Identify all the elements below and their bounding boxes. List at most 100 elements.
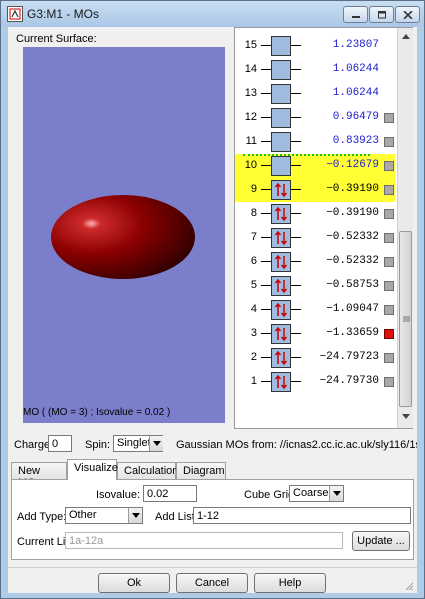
mos-window: G3:M1 - MOs Current Surface: MO ((MO = … — [0, 0, 425, 599]
mo-surface-toggle[interactable] — [384, 113, 394, 123]
tab-diagram[interactable]: Diagram — [176, 462, 226, 479]
mo-row[interactable]: 2 −24.79723 — [235, 346, 395, 370]
dialog-client-area: Current Surface: MO ( (MO = 3) ; Isovalu… — [8, 27, 417, 593]
current-surface-label: Current Surface: — [16, 33, 97, 45]
mo-energy: −0.58753 — [326, 279, 379, 291]
mo-row[interactable]: 3 −1.33659 — [235, 322, 395, 346]
maximize-button[interactable] — [369, 6, 394, 23]
scroll-thumb[interactable] — [399, 231, 412, 407]
title-bar[interactable]: G3:M1 - MOs — [1, 1, 424, 27]
minimize-button[interactable] — [343, 6, 368, 23]
mo-row[interactable]: 10 −0.12679 — [235, 154, 395, 178]
mo-row[interactable]: 15 1.23807 — [235, 34, 395, 58]
cancel-button[interactable]: Cancel — [176, 573, 248, 593]
mo-list-scrollbar[interactable] — [397, 28, 413, 428]
mo-surface-toggle[interactable] — [384, 329, 394, 339]
virtual-orbital-box[interactable] — [271, 108, 291, 128]
mo-index: 14 — [244, 63, 257, 75]
mo-surface-toggle[interactable] — [384, 137, 394, 147]
mo-surface-toggle[interactable] — [384, 281, 394, 291]
update-button[interactable]: Update ... — [352, 531, 410, 551]
mo-level-line — [261, 117, 271, 118]
mo-energy: −0.12679 — [326, 159, 379, 171]
occupied-orbital-box[interactable] — [271, 228, 291, 248]
mo-row[interactable]: 6 −0.52332 — [235, 250, 395, 274]
mo-surface-toggle[interactable] — [384, 353, 394, 363]
mo-surface-toggle[interactable] — [384, 161, 394, 171]
spin-dropdown-button[interactable] — [149, 436, 163, 451]
mo-energy: −0.52332 — [326, 231, 379, 243]
mo-surface-toggle[interactable] — [384, 209, 394, 219]
visualize-tab-panel: Isovalue: Cube Grid: Coarse Add Type: Ot… — [11, 479, 414, 560]
mo-row[interactable]: 13 1.06244 — [235, 82, 395, 106]
mo-index: 4 — [250, 303, 257, 315]
isovalue-input[interactable] — [143, 485, 197, 502]
occupied-orbital-box[interactable] — [271, 252, 291, 272]
mo-row[interactable]: 11 0.83923 — [235, 130, 395, 154]
mo-index: 5 — [250, 279, 257, 291]
virtual-orbital-box[interactable] — [271, 156, 291, 176]
mo-energy: −0.52332 — [326, 255, 379, 267]
mo-surface-toggle[interactable] — [384, 305, 394, 315]
help-button[interactable]: Help — [254, 573, 326, 593]
mo-row[interactable]: 4 −1.09047 — [235, 298, 395, 322]
tab-new-mos[interactable]: New MOs — [11, 462, 67, 489]
mo-energy: −1.09047 — [326, 303, 379, 315]
mo-row[interactable]: 5 −0.58753 — [235, 274, 395, 298]
chevron-down-icon — [132, 513, 140, 518]
virtual-orbital-box[interactable] — [271, 84, 291, 104]
virtual-orbital-box[interactable] — [271, 132, 291, 152]
mo-level-line — [261, 309, 271, 310]
mo-row[interactable]: 12 0.96479 — [235, 106, 395, 130]
mo-surface-toggle[interactable] — [384, 233, 394, 243]
mo-row[interactable]: 8 −0.39190 — [235, 202, 395, 226]
add-list-input[interactable] — [193, 507, 411, 524]
mo-surface-toggle[interactable] — [384, 185, 394, 195]
mo-index: 11 — [245, 135, 257, 147]
virtual-orbital-box[interactable] — [271, 60, 291, 80]
gaussview-app-icon — [7, 6, 23, 22]
mo-index: 13 — [244, 87, 257, 99]
ok-button[interactable]: Ok — [98, 573, 170, 593]
mo-energy-list[interactable]: 15 1.23807 14 1.06244 13 1.06244 12 0.96479 11 0.… — [234, 27, 413, 429]
mo-energy: 0.96479 — [332, 111, 379, 123]
mo-index: 12 — [244, 111, 257, 123]
mo-surface-toggle[interactable] — [384, 377, 394, 387]
mo-index: 8 — [250, 207, 257, 219]
mo-row[interactable]: 9 −0.39190 — [235, 178, 395, 202]
charge-input[interactable] — [48, 435, 72, 452]
mo-row[interactable]: 14 1.06244 — [235, 58, 395, 82]
occupied-orbital-box[interactable] — [271, 180, 291, 200]
mo-index: 10 — [244, 159, 257, 171]
virtual-orbital-box[interactable] — [271, 36, 291, 56]
mo-level-line — [261, 141, 271, 142]
surface-viewport[interactable] — [23, 47, 225, 423]
electron-pair-icon — [274, 206, 288, 222]
mo-level-line — [261, 213, 271, 214]
mo-level-line — [261, 381, 271, 382]
close-button[interactable] — [395, 6, 420, 23]
mo-row[interactable]: 7 −0.52332 — [235, 226, 395, 250]
mo-energy: −1.33659 — [326, 327, 379, 339]
mo-index: 9 — [250, 183, 257, 195]
occupied-orbital-box[interactable] — [271, 372, 291, 392]
cube-grid-dropdown-button[interactable] — [329, 486, 343, 501]
mo-row[interactable]: 1 −24.79730 — [235, 370, 395, 394]
tab-visualize[interactable]: Visualize — [67, 459, 118, 480]
occupied-orbital-box[interactable] — [271, 300, 291, 320]
occupied-orbital-box[interactable] — [271, 324, 291, 344]
occupied-orbital-box[interactable] — [271, 348, 291, 368]
occupied-orbital-box[interactable] — [271, 204, 291, 224]
electron-pair-icon — [274, 182, 288, 198]
tab-calculation[interactable]: Calculation — [117, 462, 178, 479]
resize-grip-icon[interactable] — [404, 581, 414, 591]
occupied-orbital-box[interactable] — [271, 276, 291, 296]
add-type-dropdown-button[interactable] — [128, 508, 142, 523]
mo-energy: 1.06244 — [332, 63, 379, 75]
mo-surface-toggle[interactable] — [384, 257, 394, 267]
scroll-up-icon — [402, 34, 410, 39]
mo-level-line — [261, 285, 271, 286]
add-type-label: Add Type: — [17, 511, 67, 523]
footer-separator — [8, 567, 417, 568]
electron-pair-icon — [274, 254, 288, 270]
